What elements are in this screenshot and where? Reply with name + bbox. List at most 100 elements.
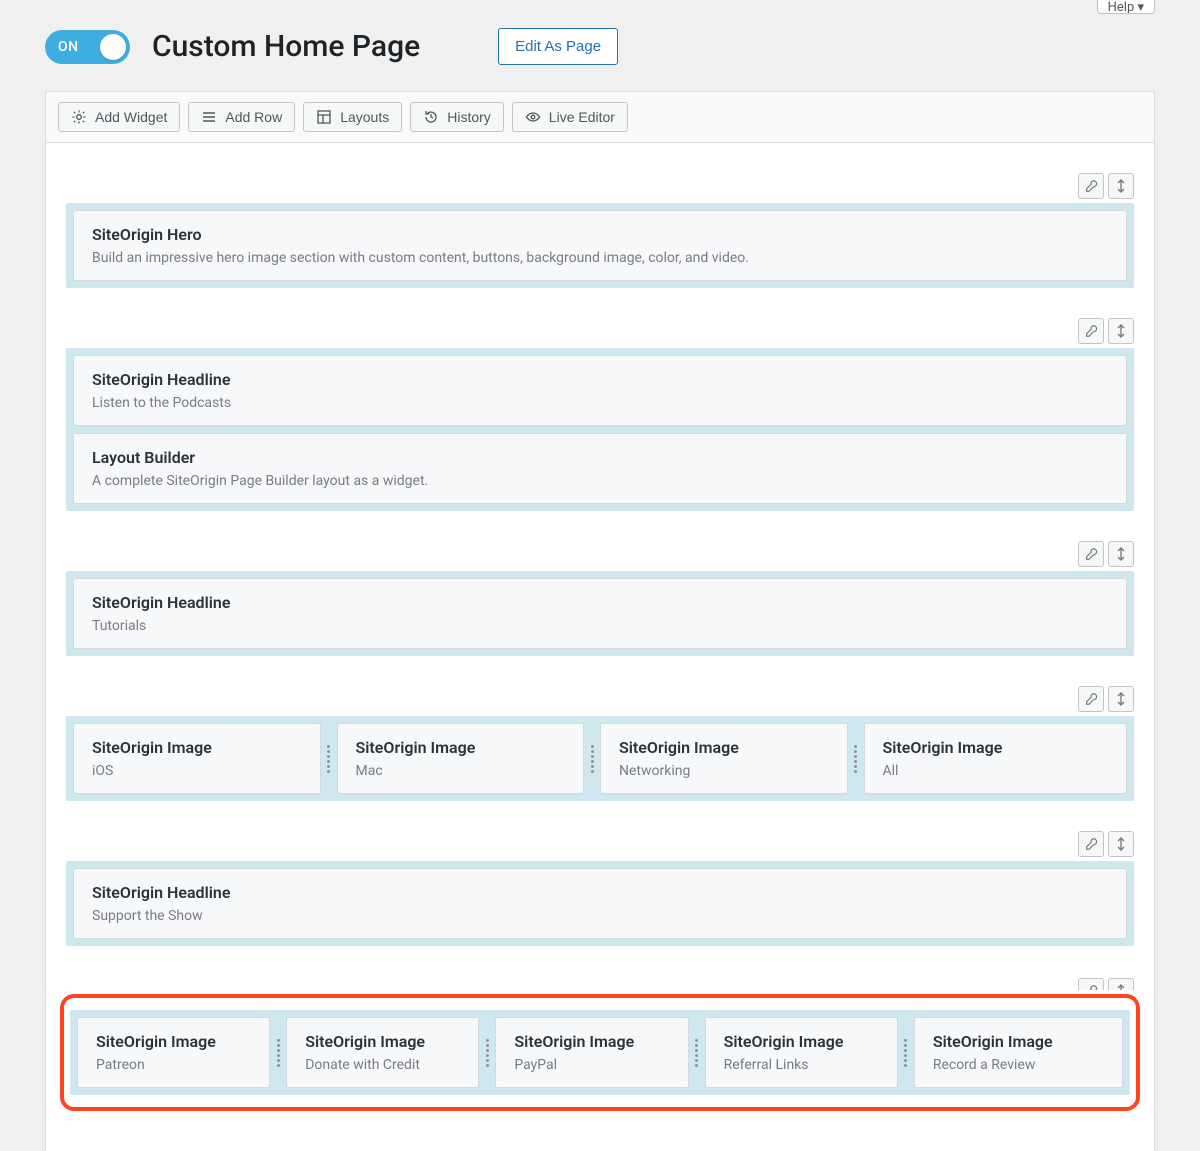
wrench-icon (1084, 179, 1098, 193)
live-editor-button[interactable]: Live Editor (512, 102, 628, 132)
widget-title: SiteOrigin Image (305, 1032, 460, 1051)
row-edit-button[interactable] (1078, 173, 1104, 199)
builder-row: SiteOrigin Image iOS SiteOrigin Image Ma… (46, 686, 1154, 831)
row-container[interactable]: SiteOrigin Hero Build an impressive hero… (66, 203, 1134, 288)
column-resize-handle[interactable] (689, 1017, 705, 1088)
widget-item[interactable]: SiteOrigin Image All (864, 723, 1128, 794)
widget-desc: Networking (619, 763, 829, 779)
widget-item[interactable]: Layout Builder A complete SiteOrigin Pag… (73, 433, 1127, 504)
widget-item[interactable]: SiteOrigin Image PayPal (495, 1017, 688, 1088)
row-container[interactable]: SiteOrigin Headline Support the Show (66, 861, 1134, 946)
updown-arrows-icon (1115, 324, 1127, 338)
rows-icon (201, 109, 217, 125)
updown-arrows-icon (1115, 692, 1127, 706)
on-toggle[interactable]: ON (45, 30, 130, 64)
help-button[interactable]: Help ▾ (1097, 0, 1155, 14)
row-tools (66, 173, 1134, 199)
builder-column: SiteOrigin Image Patreon (77, 1017, 286, 1088)
row-move-button[interactable] (1108, 173, 1134, 199)
widget-item[interactable]: SiteOrigin Headline Tutorials (73, 578, 1127, 649)
widget-desc: Donate with Credit (305, 1057, 460, 1073)
widget-item[interactable]: SiteOrigin Image Networking (600, 723, 848, 794)
widget-item[interactable]: SiteOrigin Hero Build an impressive hero… (73, 210, 1127, 281)
add-widget-button[interactable]: Add Widget (58, 102, 180, 132)
column-resize-handle[interactable] (479, 1017, 495, 1088)
column-resize-handle[interactable] (321, 723, 337, 794)
widget-title: SiteOrigin Image (933, 1032, 1104, 1051)
widget-item[interactable]: SiteOrigin Image Patreon (77, 1017, 270, 1088)
builder-column: SiteOrigin Image Referral Links (705, 1017, 914, 1088)
wrench-icon (1084, 984, 1098, 990)
layouts-button[interactable]: Layouts (303, 102, 402, 132)
builder-toolbar: Add Widget Add Row Layouts (46, 92, 1154, 143)
gear-plus-icon (71, 109, 87, 125)
layout-icon (316, 109, 332, 125)
row-tools (66, 318, 1134, 344)
widget-desc: A complete SiteOrigin Page Builder layou… (92, 473, 1108, 489)
widget-title: SiteOrigin Image (356, 738, 566, 757)
widget-title: SiteOrigin Image (619, 738, 829, 757)
builder-row: SiteOrigin Headline Listen to the Podcas… (46, 318, 1154, 541)
builder-row: SiteOrigin Headline Tutorials (46, 541, 1154, 686)
widget-item[interactable]: SiteOrigin Headline Support the Show (73, 868, 1127, 939)
row-move-button[interactable] (1108, 686, 1134, 712)
widget-desc: PayPal (514, 1057, 669, 1073)
widget-item[interactable]: SiteOrigin Image Donate with Credit (286, 1017, 479, 1088)
widget-title: Layout Builder (92, 448, 1108, 467)
widget-desc: Support the Show (92, 908, 1108, 924)
row-move-button[interactable] (1108, 978, 1134, 990)
add-row-button[interactable]: Add Row (188, 102, 295, 132)
page-header: Help ▾ ON Custom Home Page Edit As Page (0, 0, 1200, 91)
widget-title: SiteOrigin Image (514, 1032, 669, 1051)
row-container[interactable]: SiteOrigin Image Patreon SiteOrigin Imag… (70, 1010, 1130, 1095)
row-move-button[interactable] (1108, 318, 1134, 344)
wrench-icon (1084, 324, 1098, 338)
builder-row: SiteOrigin Hero Build an impressive hero… (46, 173, 1154, 318)
widget-item[interactable]: SiteOrigin Image Record a Review (914, 1017, 1123, 1088)
column-resize-handle[interactable] (848, 723, 864, 794)
widget-desc: Patreon (96, 1057, 251, 1073)
builder-column: SiteOrigin Image Record a Review (914, 1017, 1123, 1088)
widget-desc: Listen to the Podcasts (92, 395, 1108, 411)
widget-title: SiteOrigin Image (883, 738, 1109, 757)
widget-item[interactable]: SiteOrigin Headline Listen to the Podcas… (73, 355, 1127, 426)
history-button[interactable]: History (410, 102, 504, 132)
row-edit-button[interactable] (1078, 831, 1104, 857)
row-edit-button[interactable] (1078, 318, 1104, 344)
row-edit-button[interactable] (1078, 978, 1104, 990)
widget-title: SiteOrigin Image (96, 1032, 251, 1051)
widget-desc: All (883, 763, 1109, 779)
row-tools (66, 541, 1134, 567)
column-resize-handle[interactable] (584, 723, 600, 794)
updown-arrows-icon (1115, 179, 1127, 193)
widget-item[interactable]: SiteOrigin Image Mac (337, 723, 585, 794)
widget-title: SiteOrigin Hero (92, 225, 1108, 244)
row-container[interactable]: SiteOrigin Image iOS SiteOrigin Image Ma… (66, 716, 1134, 801)
updown-arrows-icon (1115, 984, 1127, 990)
builder-column: SiteOrigin Image Mac (337, 723, 601, 794)
column-resize-handle[interactable] (270, 1017, 286, 1088)
row-container[interactable]: SiteOrigin Headline Tutorials (66, 571, 1134, 656)
row-move-button[interactable] (1108, 831, 1134, 857)
wrench-icon (1084, 547, 1098, 561)
row-move-button[interactable] (1108, 541, 1134, 567)
eye-icon (525, 109, 541, 125)
row-edit-button[interactable] (1078, 686, 1104, 712)
builder-row: SiteOrigin Headline Support the Show (46, 831, 1154, 976)
layouts-label: Layouts (340, 109, 389, 125)
widget-item[interactable]: SiteOrigin Image Referral Links (705, 1017, 898, 1088)
updown-arrows-icon (1115, 547, 1127, 561)
row-edit-button[interactable] (1078, 541, 1104, 567)
column-resize-handle[interactable] (898, 1017, 914, 1088)
widget-desc: Referral Links (724, 1057, 879, 1073)
wrench-icon (1084, 837, 1098, 851)
history-label: History (447, 109, 491, 125)
live-editor-label: Live Editor (549, 109, 615, 125)
widget-desc: iOS (92, 763, 302, 779)
builder-column: SiteOrigin Image All (864, 723, 1128, 794)
widget-item[interactable]: SiteOrigin Image iOS (73, 723, 321, 794)
row-container[interactable]: SiteOrigin Headline Listen to the Podcas… (66, 348, 1134, 511)
widget-desc: Mac (356, 763, 566, 779)
edit-as-page-button[interactable]: Edit As Page (498, 28, 618, 65)
row-tools (66, 686, 1134, 712)
